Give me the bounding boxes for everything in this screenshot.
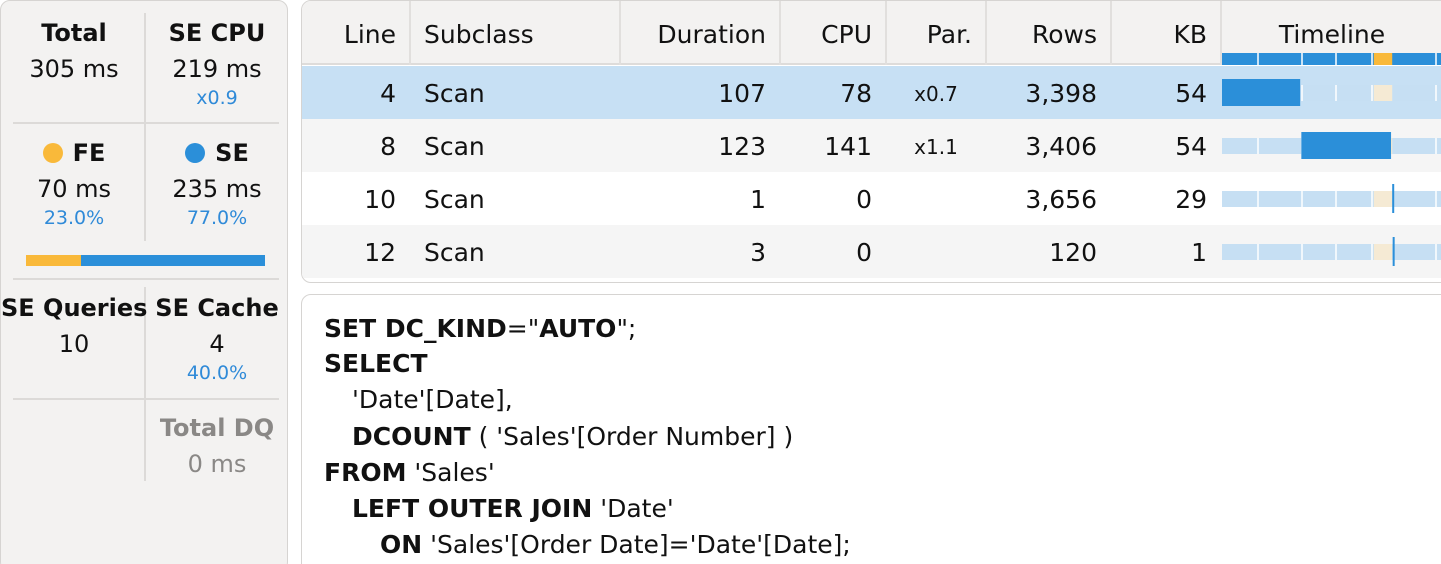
timeline-fe-window xyxy=(1373,85,1393,101)
se-cpu: SE CPU 219 ms x0.9 xyxy=(147,18,287,110)
se-label: SE xyxy=(215,139,249,167)
total-dq-label: Total DQ xyxy=(159,414,275,442)
column-header-line[interactable]: Line xyxy=(302,1,410,65)
total-dq: Total DQ 0 ms xyxy=(147,413,287,479)
cell-duration: 123 xyxy=(718,132,766,161)
se-cpu-ratio: x0.9 xyxy=(196,87,238,109)
se-duration: SE 235 ms 77.0% xyxy=(147,138,287,230)
cell-cpu: 141 xyxy=(824,132,872,161)
se-percent: 77.0% xyxy=(186,207,248,229)
query-text-panel[interactable]: SET DC_KIND="AUTO"; SELECT 'Date'[Date],… xyxy=(301,294,1441,564)
fe-value: 70 ms xyxy=(36,175,112,203)
column-header-kb[interactable]: KB xyxy=(1111,1,1221,65)
cell-par xyxy=(886,225,986,278)
column-header-subclass[interactable]: Subclass xyxy=(410,1,620,65)
cell-line: 8 xyxy=(380,132,396,161)
table-header: Line Subclass Duration CPU Par. Rows KB … xyxy=(302,1,1441,65)
cell-line: 4 xyxy=(380,79,396,108)
total-label: Total xyxy=(41,19,107,47)
cell-line: 12 xyxy=(364,238,396,267)
timeline-track xyxy=(1222,191,1441,207)
cell-subclass: Scan xyxy=(424,132,485,161)
timeline-duration-bar xyxy=(1392,184,1395,213)
fe-se-ratio-bar xyxy=(26,255,265,266)
column-header-rows[interactable]: Rows xyxy=(986,1,1111,65)
cell-line: 10 xyxy=(364,185,396,214)
table-row[interactable]: 8 Scan 123 141 x1.1 3,406 54 xyxy=(302,119,1441,172)
cell-cpu: 78 xyxy=(840,79,872,108)
cell-subclass: Scan xyxy=(424,79,485,108)
timeline-bar xyxy=(1222,237,1441,266)
cell-kb: 54 xyxy=(1175,132,1207,161)
query-line-7: ON 'Sales'[Order Date]='Date'[Date]; xyxy=(380,530,851,559)
timeline-header-bar xyxy=(1222,53,1441,65)
timeline-bar xyxy=(1222,132,1441,159)
table-row[interactable]: 12 Scan 3 0 120 1 xyxy=(302,225,1441,278)
cell-kb: 1 xyxy=(1191,238,1207,267)
timeline-fe-window xyxy=(1373,244,1393,260)
column-header-duration[interactable]: Duration xyxy=(620,1,780,65)
se-cpu-label: SE CPU xyxy=(168,19,266,47)
cell-subclass: Scan xyxy=(424,238,485,267)
total-dq-value: 0 ms xyxy=(187,450,247,478)
se-ratio-segment xyxy=(80,255,265,266)
total-duration: Total 305 ms xyxy=(1,18,147,84)
query-line-4: DCOUNT ( 'Sales'[Order Number] ) xyxy=(352,422,794,451)
timeline-duration-bar xyxy=(1301,132,1392,159)
column-header-par[interactable]: Par. xyxy=(886,1,986,65)
timeline-duration-bar xyxy=(1392,237,1395,266)
cell-cpu: 0 xyxy=(856,238,872,267)
se-cache: SE Cache 4 40.0% xyxy=(147,293,287,385)
query-line-5: FROM 'Sales' xyxy=(324,458,495,487)
server-timings-summary: Total 305 ms SE CPU 219 ms x0.9 FE 70 ms… xyxy=(0,0,288,564)
se-dot-icon xyxy=(185,143,206,163)
cell-par: x1.1 xyxy=(914,135,958,159)
cell-cpu: 0 xyxy=(856,185,872,214)
cell-rows: 3,398 xyxy=(1025,79,1097,108)
se-queries: SE Queries 10 xyxy=(1,293,147,359)
cell-kb: 29 xyxy=(1175,185,1207,214)
se-queries-label: SE Queries xyxy=(1,294,148,322)
cell-kb: 54 xyxy=(1175,79,1207,108)
query-line-2: SELECT xyxy=(324,349,428,378)
total-value: 305 ms xyxy=(29,55,119,83)
cell-par xyxy=(886,172,986,225)
se-queries-value: 10 xyxy=(58,330,90,358)
timeline-bar xyxy=(1222,79,1441,106)
timeline-bar xyxy=(1222,184,1441,213)
se-cache-value: 4 xyxy=(209,330,225,358)
cell-duration: 107 xyxy=(718,79,766,108)
cell-duration: 3 xyxy=(750,238,766,267)
cell-duration: 1 xyxy=(750,185,766,214)
cell-rows: 3,406 xyxy=(1025,132,1097,161)
cell-rows: 120 xyxy=(1049,238,1097,267)
se-queries-table: Line Subclass Duration CPU Par. Rows KB … xyxy=(301,0,1441,283)
fe-label: FE xyxy=(72,139,106,167)
se-cpu-value: 219 ms xyxy=(172,55,262,83)
timeline-track xyxy=(1222,244,1441,260)
query-line-6: LEFT OUTER JOIN 'Date' xyxy=(352,494,674,523)
table-row[interactable]: 4 Scan 107 78 x0.7 3,398 54 xyxy=(302,66,1441,119)
timeline-duration-bar xyxy=(1222,79,1301,106)
fe-percent: 23.0% xyxy=(43,207,105,229)
fe-dot-icon xyxy=(42,143,63,163)
se-value: 235 ms xyxy=(172,175,262,203)
cell-subclass: Scan xyxy=(424,185,485,214)
cell-rows: 3,656 xyxy=(1025,185,1097,214)
query-line-1: SET DC_KIND="AUTO"; xyxy=(324,314,637,343)
cell-par: x0.7 xyxy=(914,82,958,106)
fe-ratio-segment xyxy=(26,255,81,266)
se-cache-label: SE Cache xyxy=(155,294,279,322)
se-cache-percent: 40.0% xyxy=(186,362,248,384)
table-row[interactable]: 10 Scan 1 0 3,656 29 xyxy=(302,172,1441,225)
query-line-3: 'Date'[Date], xyxy=(352,385,513,414)
timeline-fe-window xyxy=(1373,191,1393,207)
column-header-cpu[interactable]: CPU xyxy=(780,1,886,65)
fe-duration: FE 70 ms 23.0% xyxy=(1,138,147,230)
